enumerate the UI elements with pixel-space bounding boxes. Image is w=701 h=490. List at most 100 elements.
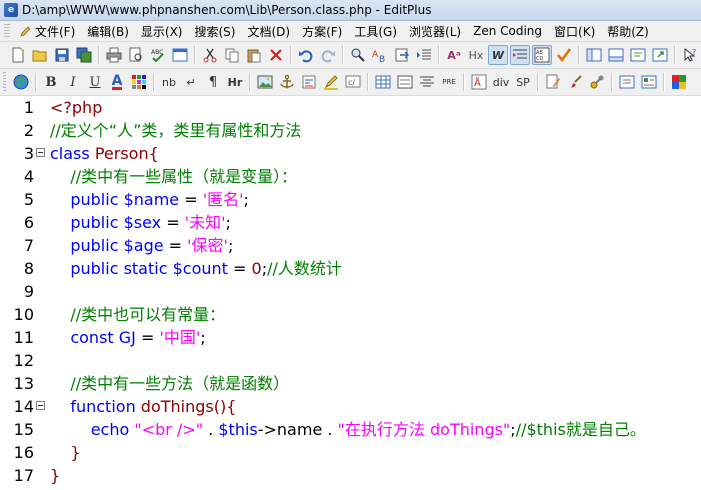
fold-collapse-icon[interactable] (36, 148, 45, 157)
code-line[interactable]: 3 class Person{ (0, 142, 701, 165)
undo-button[interactable] (296, 45, 316, 65)
paste-button[interactable] (244, 45, 264, 65)
check-button[interactable] (554, 45, 574, 65)
form-button[interactable] (395, 72, 415, 92)
span-button[interactable]: SP (513, 72, 533, 92)
color-picker-button[interactable] (129, 72, 149, 92)
line-break-button[interactable]: ↵ (181, 72, 201, 92)
nbsp-button[interactable]: nb (159, 72, 179, 92)
html-toolbar-button[interactable] (543, 72, 563, 92)
code-line[interactable]: 12 (0, 349, 701, 372)
browser-preview-button[interactable] (170, 45, 190, 65)
link-button[interactable] (299, 72, 319, 92)
web-browser-button[interactable] (11, 72, 31, 92)
code-line[interactable]: 4 //类中有一些属性（就是变量）： (0, 165, 701, 188)
code-line[interactable]: 9 (0, 280, 701, 303)
replace-button[interactable]: AB (370, 45, 390, 65)
document-selector-button[interactable] (617, 72, 637, 92)
center-align-icon (419, 74, 435, 90)
line-code: public $sex = '未知'; (50, 211, 231, 234)
center-button[interactable] (417, 72, 437, 92)
code-line[interactable]: 11 const GJ = '中国'; (0, 326, 701, 349)
find-button[interactable] (348, 45, 368, 65)
fold-collapse-icon[interactable] (36, 401, 45, 410)
menu-window[interactable]: 窗口(K) (548, 22, 601, 41)
delete-button[interactable] (266, 45, 286, 65)
word-wrap-button[interactable]: W (488, 45, 508, 65)
menu-help[interactable]: 帮助(Z) (601, 22, 655, 41)
column-select-button[interactable]: AB CD (532, 45, 552, 65)
italic-button[interactable]: I (63, 72, 83, 92)
pilcrow-icon: ¶ (208, 74, 218, 90)
paragraph-button[interactable]: ¶ (203, 72, 223, 92)
new-file-button[interactable] (8, 45, 28, 65)
line-number-button[interactable] (510, 45, 530, 65)
code-line[interactable]: 15 echo "<br />" . $this->name . "在执行方法 … (0, 418, 701, 441)
code-line[interactable]: 6 public $sex = '未知'; (0, 211, 701, 234)
comment-icon: c/ (345, 74, 361, 90)
code-line[interactable]: 16 } (0, 441, 701, 464)
css-toolbar-button[interactable] (565, 72, 585, 92)
javascript-button[interactable] (587, 72, 607, 92)
line-code: public static $count = 0;//人数统计 (50, 257, 342, 280)
menu-search[interactable]: 搜索(S) (188, 22, 241, 41)
code-line[interactable]: 17} (0, 464, 701, 487)
highlight-button[interactable] (321, 72, 341, 92)
open-file-button[interactable] (30, 45, 50, 65)
goto-button[interactable] (392, 45, 412, 65)
color-scheme-button[interactable] (669, 72, 689, 92)
save-all-button[interactable] (74, 45, 94, 65)
code-line[interactable]: 7 public $age = '保密'; (0, 234, 701, 257)
menu-zen-coding[interactable]: Zen Coding (467, 22, 548, 41)
underline-button[interactable]: U (85, 72, 105, 92)
menu-browser[interactable]: 浏览器(L) (403, 22, 467, 41)
redo-button[interactable] (318, 45, 338, 65)
line-number: 15 (13, 420, 34, 439)
comment-button[interactable]: c/ (343, 72, 363, 92)
anchor-button[interactable] (277, 72, 297, 92)
print-button[interactable] (104, 45, 124, 65)
special-char-button[interactable]: Å (469, 72, 489, 92)
code-editor[interactable]: 1 <?php 2//定义个“人”类，类里有属性和方法 3 class Person{4… (0, 96, 701, 490)
font-color-button[interactable]: A (107, 72, 127, 92)
font-size-button[interactable]: Aᵃ (444, 45, 464, 65)
save-button[interactable] (52, 45, 72, 65)
directory-window-button[interactable] (584, 45, 604, 65)
menu-edit[interactable]: 编辑(B) (81, 22, 135, 41)
header-button[interactable]: Hx (466, 45, 486, 65)
bold-button[interactable]: B (41, 72, 61, 92)
toolbar-grip[interactable] (3, 72, 6, 92)
spell-check-button[interactable]: ABC (148, 45, 168, 65)
fullscreen-button[interactable] (650, 45, 670, 65)
copy-button[interactable] (222, 45, 242, 65)
window-list-button[interactable] (639, 72, 659, 92)
menu-file[interactable]: 文件(F) (13, 22, 81, 41)
code-line[interactable]: 14 function doThings(){ (0, 395, 701, 418)
globe-icon (13, 74, 29, 90)
cliptext-window-button[interactable] (628, 45, 648, 65)
toolbar-separator (290, 46, 292, 64)
menu-project[interactable]: 方案(F) (296, 22, 348, 41)
indent-button[interactable] (414, 45, 434, 65)
menu-view[interactable]: 显示(X) (135, 22, 189, 41)
code-line[interactable]: 8 public static $count = 0;//人数统计 (0, 257, 701, 280)
table-button[interactable] (373, 72, 393, 92)
print-preview-button[interactable] (126, 45, 146, 65)
code-line[interactable]: 5 public $name = '匿名'; (0, 188, 701, 211)
code-line[interactable]: 2 //定义个“人”类，类里有属性和方法 (0, 119, 701, 142)
menu-tools[interactable]: 工具(G) (348, 22, 403, 41)
code-token: } (50, 466, 61, 485)
code-line[interactable]: 10 //类中也可以有常量： (0, 303, 701, 326)
code-line[interactable]: 1 <?php (0, 96, 701, 119)
image-button[interactable] (255, 72, 275, 92)
line-number: 8 (23, 259, 34, 278)
output-window-button[interactable] (606, 45, 626, 65)
help-button[interactable]: ? (680, 45, 700, 65)
cut-button[interactable] (200, 45, 220, 65)
replace-icon: AB (372, 47, 388, 63)
menu-document[interactable]: 文档(D) (241, 22, 296, 41)
code-line[interactable]: 13 //类中有一些方法（就是函数） (0, 372, 701, 395)
horizontal-rule-button[interactable]: Hr (225, 72, 245, 92)
div-button[interactable]: div (491, 72, 511, 92)
pre-button[interactable]: PRE (439, 72, 459, 92)
